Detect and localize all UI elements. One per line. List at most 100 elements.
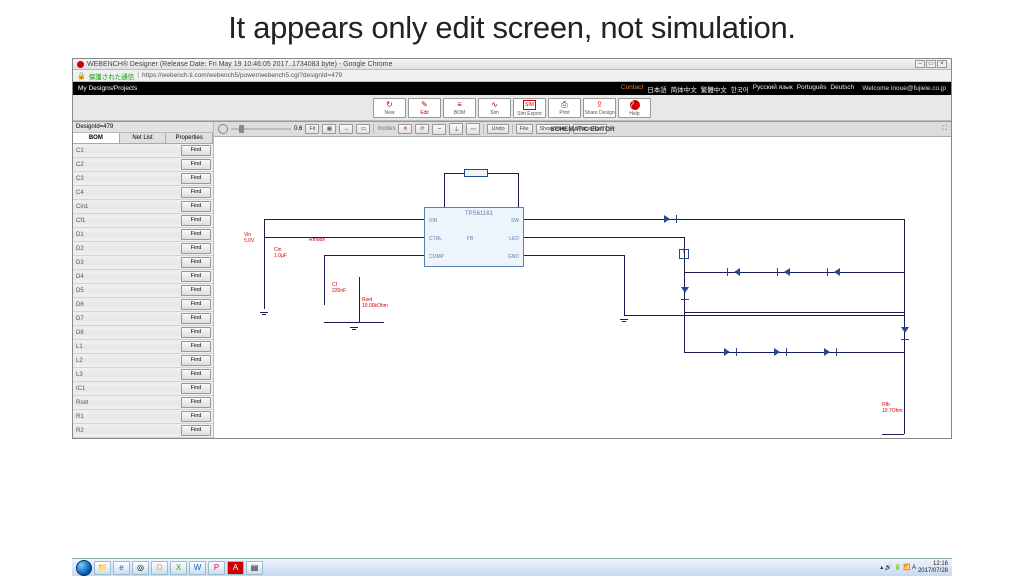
zoom-dial[interactable] <box>218 124 228 134</box>
bom-row[interactable]: D3Find <box>73 256 213 270</box>
taskbar-chrome[interactable]: ◎ <box>132 561 149 575</box>
start-button[interactable] <box>76 560 92 576</box>
find-button[interactable]: Find <box>181 229 211 240</box>
current-sense[interactable] <box>679 249 689 259</box>
file-button[interactable]: File <box>516 124 533 134</box>
lang-de[interactable]: Deutsch <box>830 84 854 94</box>
maximize-button[interactable]: ▭ <box>926 60 936 68</box>
edit-button[interactable]: ✎Edit <box>408 98 441 118</box>
diode-d7[interactable] <box>774 348 780 356</box>
share-button[interactable]: ⇪Share Design <box>583 98 616 118</box>
diode-d9[interactable] <box>901 327 909 333</box>
find-button[interactable]: Find <box>181 201 211 212</box>
taskbar-outlook[interactable]: O <box>151 561 168 575</box>
ic-tps61161[interactable]: TPS61161 VIN CTRL COMP SW LED GND FB <box>424 207 524 267</box>
rect-button[interactable]: ▭ <box>356 124 370 134</box>
find-button[interactable]: Find <box>181 411 211 422</box>
pan-button[interactable]: ↔ <box>339 124 353 134</box>
lang-ru[interactable]: Pусский язык <box>753 84 793 94</box>
find-button[interactable]: Find <box>181 285 211 296</box>
sim-export-button[interactable]: SIMSim Export <box>513 98 546 118</box>
bom-row[interactable]: L1Find <box>73 340 213 354</box>
taskbar-ie[interactable]: e <box>113 561 130 575</box>
help-button[interactable]: ?Help <box>618 98 651 118</box>
print-button[interactable]: ⎙Print <box>548 98 581 118</box>
bom-row[interactable]: D6Find <box>73 298 213 312</box>
find-button[interactable]: Find <box>181 327 211 338</box>
find-button[interactable]: Find <box>181 383 211 394</box>
find-button[interactable]: Find <box>181 425 211 436</box>
gnd-button[interactable]: ⏚ <box>449 123 463 135</box>
sim-button[interactable]: ∿Sim <box>478 98 511 118</box>
zoom-slider[interactable] <box>231 128 291 130</box>
lang-jp[interactable]: 日本語 <box>647 84 667 94</box>
rotate-button[interactable]: ⟳ <box>415 124 429 134</box>
probe-button[interactable]: 〰 <box>466 123 480 135</box>
bom-row[interactable]: RsetFind <box>73 396 213 410</box>
lang-zhcn[interactable]: 简体中文 <box>671 84 697 94</box>
inductor-l1[interactable] <box>464 169 488 177</box>
bom-row[interactable]: D7Find <box>73 312 213 326</box>
diode-d1[interactable] <box>664 215 670 223</box>
find-button[interactable]: Find <box>181 145 211 156</box>
url-text[interactable]: https://webench.ti.com/webench5/power/we… <box>142 72 342 79</box>
find-button[interactable]: Find <box>181 159 211 170</box>
find-button[interactable]: Find <box>181 397 211 408</box>
find-button[interactable]: Find <box>181 215 211 226</box>
diode-d4[interactable] <box>834 268 840 276</box>
taskbar-app[interactable]: ▤ <box>246 561 263 575</box>
diode-d6[interactable] <box>724 348 730 356</box>
delete-button[interactable]: ✕ <box>398 124 412 134</box>
wire-button[interactable]: ⎯ <box>432 124 446 135</box>
fit-button[interactable]: Fit <box>305 124 319 134</box>
bom-row[interactable]: D1Find <box>73 228 213 242</box>
bom-row[interactable]: IC1Find <box>73 382 213 396</box>
bom-button[interactable]: ≡BOM <box>443 98 476 118</box>
tab-netlist[interactable]: Net List <box>120 133 167 143</box>
schematic-canvas[interactable]: TPS61161 VIN CTRL COMP SW LED GND FB <box>214 137 951 438</box>
find-button[interactable]: Find <box>181 369 211 380</box>
bom-row[interactable]: C4Find <box>73 186 213 200</box>
bom-row[interactable]: D8Find <box>73 326 213 340</box>
taskbar-excel[interactable]: X <box>170 561 187 575</box>
taskbar-word[interactable]: W <box>189 561 206 575</box>
taskbar-explorer[interactable]: 📁 <box>94 561 111 575</box>
bom-row[interactable]: L2Find <box>73 354 213 368</box>
bom-row[interactable]: R1Find <box>73 410 213 424</box>
diode-d5[interactable] <box>681 287 689 293</box>
bom-row[interactable]: C1Find <box>73 144 213 158</box>
grid-button[interactable]: ▦ <box>322 124 336 134</box>
undo-button[interactable]: Undo <box>487 124 508 134</box>
find-button[interactable]: Find <box>181 299 211 310</box>
taskbar-ppt[interactable]: P <box>208 561 225 575</box>
close-button[interactable]: × <box>937 60 947 68</box>
tab-bom[interactable]: BOM <box>73 133 120 143</box>
bom-row[interactable]: C3Find <box>73 172 213 186</box>
find-button[interactable]: Find <box>181 313 211 324</box>
find-button[interactable]: Find <box>181 243 211 254</box>
find-button[interactable]: Find <box>181 355 211 366</box>
find-button[interactable]: Find <box>181 257 211 268</box>
bom-row[interactable]: D4Find <box>73 270 213 284</box>
diode-d8[interactable] <box>824 348 830 356</box>
diode-d3[interactable] <box>784 268 790 276</box>
my-designs-link[interactable]: My Designs/Projects <box>78 85 137 92</box>
new-button[interactable]: ↻New <box>373 98 406 118</box>
lang-pt[interactable]: Português <box>797 84 827 94</box>
lang-ko[interactable]: 한국어 <box>731 84 749 94</box>
bom-row[interactable]: L3Find <box>73 368 213 382</box>
bom-row[interactable]: Cin1Find <box>73 200 213 214</box>
diode-d2[interactable] <box>734 268 740 276</box>
bom-row[interactable]: D5Find <box>73 284 213 298</box>
bom-row[interactable]: R2Find <box>73 424 213 438</box>
bom-row[interactable]: D2Find <box>73 242 213 256</box>
find-button[interactable]: Find <box>181 271 211 282</box>
bom-row[interactable]: Cf1Find <box>73 214 213 228</box>
taskbar-acrobat[interactable]: A <box>227 561 244 575</box>
find-button[interactable]: Find <box>181 341 211 352</box>
find-button[interactable]: Find <box>181 173 211 184</box>
tray-icons[interactable]: ▴ 🔊 🔋 📶 A <box>880 564 916 571</box>
lang-zhtw[interactable]: 繁體中文 <box>701 84 727 94</box>
bom-row[interactable]: C2Find <box>73 158 213 172</box>
find-button[interactable]: Find <box>181 187 211 198</box>
